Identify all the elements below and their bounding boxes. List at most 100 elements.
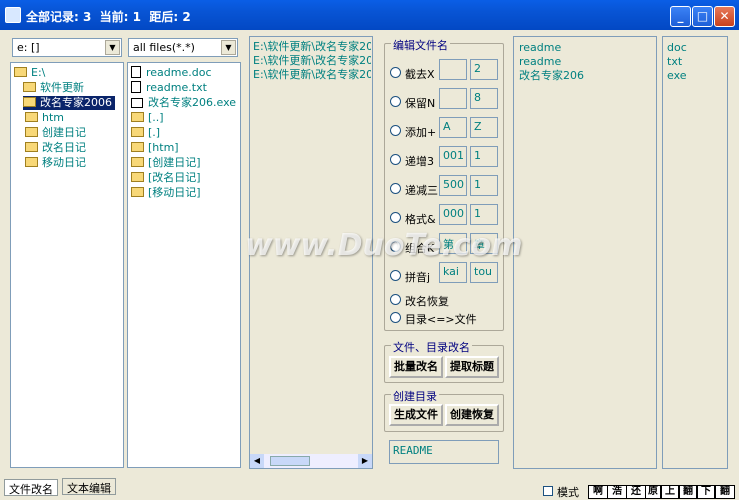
radio-restore[interactable] — [390, 294, 401, 305]
list-item[interactable]: [htm] — [131, 141, 179, 155]
folder-icon — [131, 172, 144, 182]
file-list[interactable]: readme.doc readme.txt 改名专家206.exe [..] [… — [127, 62, 241, 468]
list-item[interactable]: E:\软件更新\改名专家20 — [253, 54, 371, 68]
list-item[interactable]: readme — [519, 41, 561, 55]
status-button[interactable]: 原 — [645, 485, 661, 499]
drive-select[interactable]: e: [] ▼ — [12, 38, 122, 57]
group-caption: 创建目录 — [391, 388, 439, 404]
tree-item[interactable]: E:\ — [14, 66, 45, 80]
list-item[interactable]: E:\软件更新\改名专家20 — [253, 68, 371, 82]
close-button[interactable]: ✕ — [714, 6, 735, 27]
batch-rename-button[interactable]: 批量改名 — [389, 356, 443, 378]
generate-file-button[interactable]: 生成文件 — [389, 404, 443, 426]
option-input-a[interactable]: 000 — [439, 204, 467, 225]
watermark: www.DuoTe.com — [245, 228, 523, 263]
names-list[interactable]: readme readme 改名专家206 — [513, 36, 657, 469]
option-input-b[interactable]: 2 — [470, 59, 498, 80]
list-item[interactable]: [创建日记] — [131, 156, 201, 170]
status-button[interactable]: 上 — [661, 485, 679, 499]
scroll-right-icon[interactable]: ▶ — [358, 454, 372, 468]
list-item[interactable]: [改名日记] — [131, 171, 201, 185]
scroll-left-icon[interactable]: ◀ — [250, 454, 264, 468]
radio-option[interactable] — [390, 270, 401, 281]
chevron-down-icon[interactable]: ▼ — [221, 40, 236, 55]
status-button[interactable]: 下 — [697, 485, 715, 499]
list-item[interactable]: 改名专家206.exe — [131, 96, 236, 110]
list-item[interactable]: [移动日记] — [131, 186, 201, 200]
folder-icon — [131, 127, 144, 137]
option-input-a[interactable]: A — [439, 117, 467, 138]
status-button[interactable]: 翻 — [679, 485, 697, 499]
horizontal-scrollbar[interactable]: ◀ ▶ — [250, 454, 372, 468]
radio-option[interactable] — [390, 154, 401, 165]
option-label: 截去X — [405, 68, 435, 81]
folder-icon — [23, 82, 36, 92]
tree-item[interactable]: 软件更新 — [23, 81, 84, 95]
tree-item[interactable]: 改名日记 — [25, 141, 86, 155]
create-restore-button[interactable]: 创建恢复 — [445, 404, 499, 426]
tab-file-rename[interactable]: 文件改名 — [4, 479, 58, 496]
list-item[interactable]: 改名专家206 — [519, 69, 584, 83]
option-label: 格式& — [405, 213, 436, 226]
tree-item[interactable]: htm — [25, 111, 64, 125]
list-item[interactable]: txt — [667, 55, 682, 69]
option-input-b[interactable]: tou — [470, 262, 498, 283]
option-input-a[interactable] — [439, 88, 467, 109]
group-caption: 文件、目录改名 — [391, 339, 472, 355]
list-item[interactable]: E:\软件更新\改名专家20 — [253, 40, 371, 54]
tree-item-selected[interactable]: 改名专家2006 — [23, 96, 115, 110]
app-icon — [5, 7, 21, 23]
tab-text-edit[interactable]: 文本编辑 — [62, 478, 116, 495]
option-input-b[interactable]: 1 — [470, 204, 498, 225]
radio-option[interactable] — [390, 212, 401, 223]
radio-option[interactable] — [390, 183, 401, 194]
status-button[interactable]: 翻 — [715, 485, 735, 499]
radio-dir-file[interactable] — [390, 312, 401, 323]
document-icon — [131, 81, 141, 93]
option-input-b[interactable]: 1 — [470, 175, 498, 196]
tree-item[interactable]: 移动日记 — [25, 156, 86, 170]
radio-option[interactable] — [390, 125, 401, 136]
extension-list[interactable]: doc txt exe — [662, 36, 728, 469]
scroll-thumb[interactable] — [270, 456, 310, 466]
filter-value: all files(*.*) — [133, 41, 195, 54]
folder-icon — [131, 157, 144, 167]
status-button[interactable]: 啊 — [588, 485, 608, 499]
option-input-a[interactable]: 001 — [439, 146, 467, 167]
radio-dir-file-label: 目录<=>文件 — [405, 313, 477, 326]
option-input-a[interactable] — [439, 59, 467, 80]
folder-icon — [25, 142, 38, 152]
radio-option[interactable] — [390, 67, 401, 78]
list-item[interactable]: doc — [667, 41, 687, 55]
maximize-button[interactable]: □ — [692, 6, 713, 27]
list-item[interactable]: readme.txt — [131, 81, 207, 95]
title-bar: 全部记录: 3 当前: 1 距后: 2 _ □ ✕ — [0, 0, 739, 30]
option-input-b[interactable]: 1 — [470, 146, 498, 167]
list-item[interactable]: exe — [667, 69, 687, 83]
list-item[interactable]: readme — [519, 55, 561, 69]
list-item[interactable]: [.] — [131, 126, 160, 140]
list-item[interactable]: [..] — [131, 111, 164, 125]
folder-tree[interactable]: E:\ 软件更新 改名专家2006 htm 创建日记 改名日记 移动日记 — [10, 62, 124, 468]
option-label: 保留N — [405, 97, 436, 110]
option-label: 递减三 — [405, 184, 438, 197]
option-input-b[interactable]: 8 — [470, 88, 498, 109]
extract-title-button[interactable]: 提取标题 — [445, 356, 499, 378]
option-input-a[interactable]: kai — [439, 262, 467, 283]
option-input-b[interactable]: Z — [470, 117, 498, 138]
chevron-down-icon[interactable]: ▼ — [105, 40, 120, 55]
status-button[interactable]: 还 — [626, 485, 646, 499]
tree-item[interactable]: 创建日记 — [25, 126, 86, 140]
option-input-a[interactable]: 500 — [439, 175, 467, 196]
folder-icon — [25, 127, 38, 137]
list-item[interactable]: readme.doc — [131, 66, 212, 80]
status-button[interactable]: 浩 — [607, 485, 627, 499]
option-label: 添加+ — [405, 126, 437, 139]
mode-checkbox[interactable] — [543, 486, 553, 496]
option-label: 递增3 — [405, 155, 434, 168]
minimize-button[interactable]: _ — [670, 6, 691, 27]
radio-option[interactable] — [390, 96, 401, 107]
readme-field[interactable]: README — [389, 440, 499, 464]
filter-select[interactable]: all files(*.*) ▼ — [128, 38, 238, 57]
folder-icon — [131, 142, 144, 152]
